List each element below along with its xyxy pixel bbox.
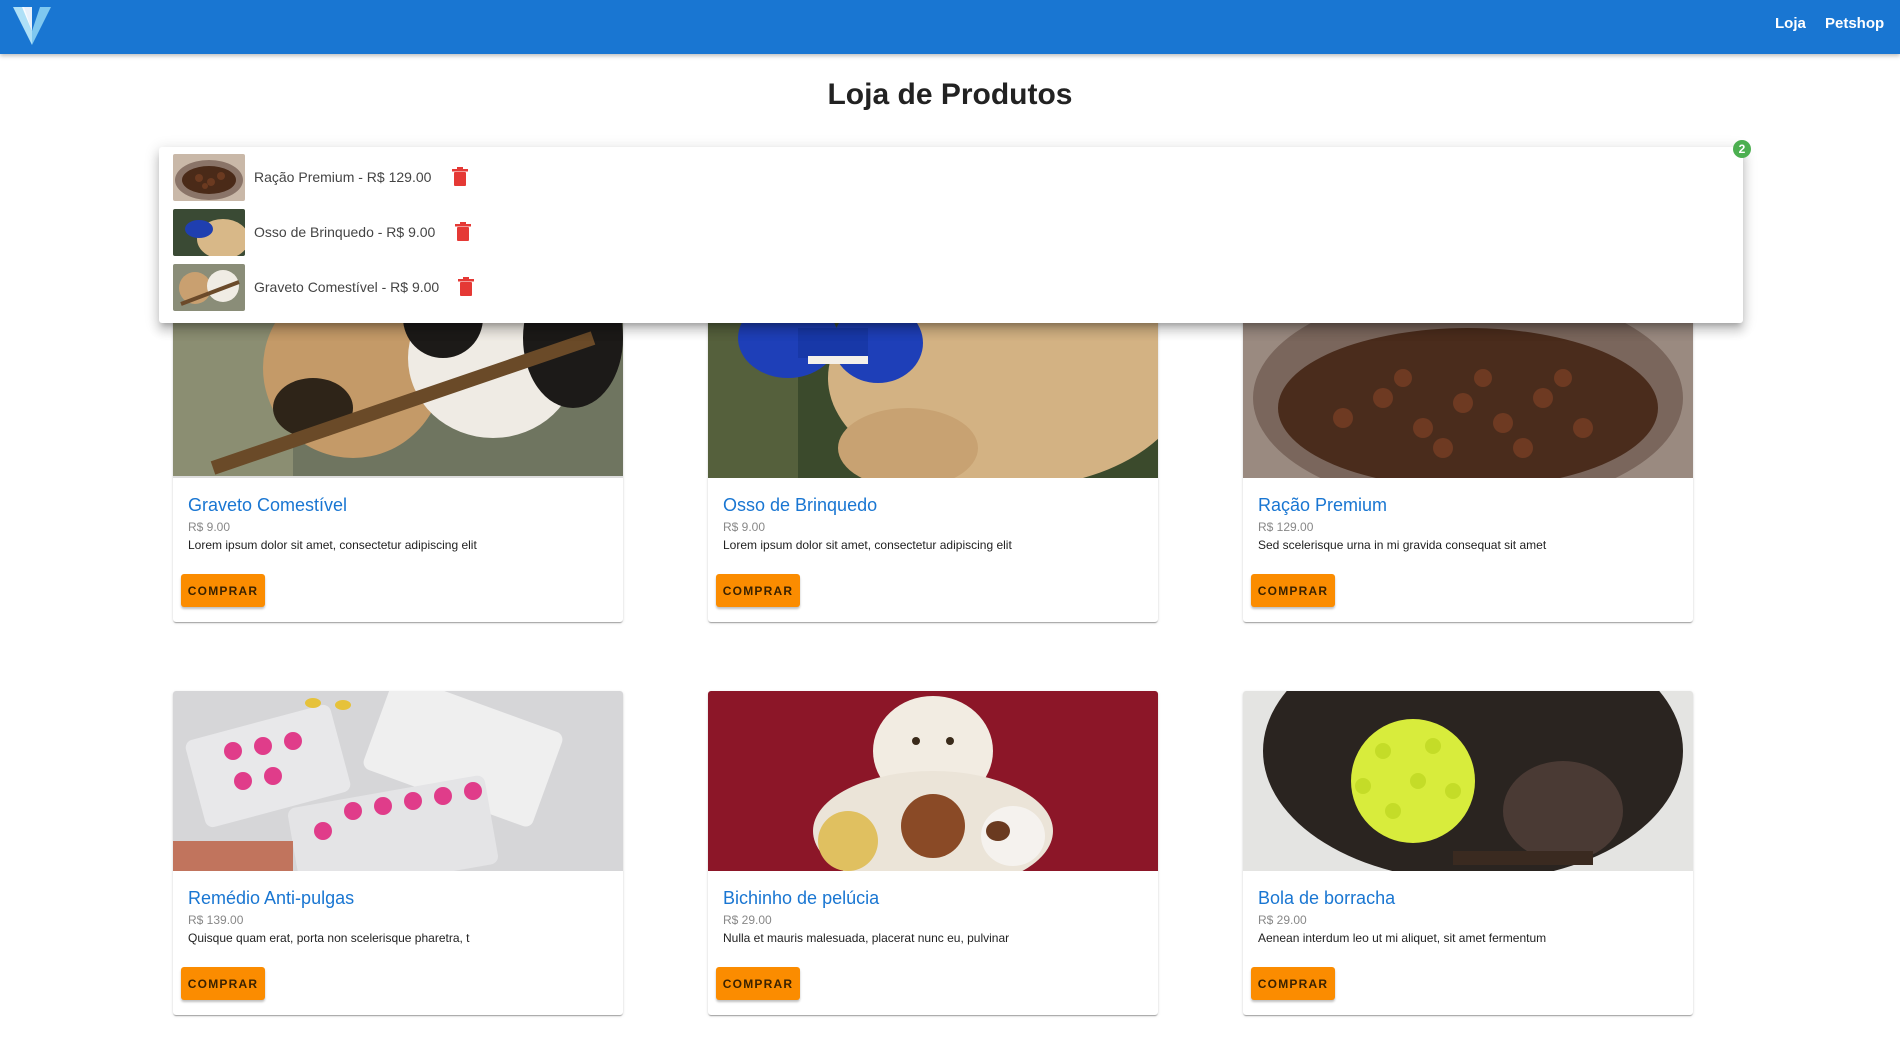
product-description: Lorem ipsum dolor sit amet, consectetur … <box>723 538 1012 552</box>
product-card: Graveto Comestível R$ 9.00 Lorem ipsum d… <box>173 298 623 622</box>
page-title: Loja de Produtos <box>827 78 1073 111</box>
product-image <box>708 691 1158 871</box>
buy-button[interactable]: COMPRAR <box>181 967 265 1000</box>
app-toolbar: Loja Petshop <box>0 0 1900 54</box>
product-card: Remédio Anti-pulgas R$ 139.00 Quisque qu… <box>173 691 623 1015</box>
product-image <box>173 298 623 478</box>
product-description: Sed scelerisque urna in mi gravida conse… <box>1258 538 1547 552</box>
cart-item-thumbnail <box>173 264 245 311</box>
product-price: R$ 29.00 <box>723 913 772 927</box>
nav-link-petshop[interactable]: Petshop <box>1825 0 1884 48</box>
product-price: R$ 9.00 <box>188 520 231 534</box>
cart-count-badge[interactable]: 2 <box>1733 140 1751 158</box>
product-price: R$ 139.00 <box>188 913 244 927</box>
product-image <box>173 691 623 871</box>
product-title[interactable]: Bichinho de pelúcia <box>723 888 879 909</box>
cart-item-thumbnail <box>173 154 245 201</box>
buy-button[interactable]: COMPRAR <box>716 967 800 1000</box>
vuetify-logo-icon[interactable] <box>12 4 52 46</box>
buy-button[interactable]: COMPRAR <box>716 574 800 607</box>
nav-link-loja[interactable]: Loja <box>1775 0 1806 48</box>
product-card: Bichinho de pelúcia R$ 29.00 Nulla et ma… <box>708 691 1158 1015</box>
buy-button[interactable]: COMPRAR <box>181 574 265 607</box>
trash-icon[interactable] <box>454 222 472 242</box>
product-title[interactable]: Osso de Brinquedo <box>723 495 877 516</box>
product-image <box>1243 691 1693 871</box>
product-title[interactable]: Bola de borracha <box>1258 888 1395 909</box>
product-image <box>708 298 1158 478</box>
product-price: R$ 9.00 <box>723 520 766 534</box>
product-title[interactable]: Remédio Anti-pulgas <box>188 888 354 909</box>
product-title[interactable]: Ração Premium <box>1258 495 1387 516</box>
cart-item-label: Osso de Brinquedo - R$ 9.00 <box>254 224 436 240</box>
cart-item-thumbnail <box>173 209 245 256</box>
buy-button[interactable]: COMPRAR <box>1251 574 1335 607</box>
product-image <box>1243 298 1693 478</box>
product-description: Aenean interdum leo ut mi aliquet, sit a… <box>1258 931 1547 945</box>
trash-icon[interactable] <box>451 167 469 187</box>
product-card: Ração Premium R$ 129.00 Sed scelerisque … <box>1243 298 1693 622</box>
cart-item-label: Graveto Comestível - R$ 9.00 <box>254 279 440 295</box>
product-description: Lorem ipsum dolor sit amet, consectetur … <box>188 538 477 552</box>
trash-icon[interactable] <box>457 277 475 297</box>
product-price: R$ 129.00 <box>1258 520 1314 534</box>
buy-button[interactable]: COMPRAR <box>1251 967 1335 1000</box>
product-title[interactable]: Graveto Comestível <box>188 495 347 516</box>
product-price: R$ 29.00 <box>1258 913 1307 927</box>
cart-dropdown: Ração Premium - R$ 129.00 Osso de Brinqu… <box>159 147 1743 323</box>
cart-item-label: Ração Premium - R$ 129.00 <box>254 169 432 185</box>
product-card: Bola de borracha R$ 29.00 Aenean interdu… <box>1243 691 1693 1015</box>
product-card: Osso de Brinquedo R$ 9.00 Lorem ipsum do… <box>708 298 1158 622</box>
product-description: Nulla et mauris malesuada, placerat nunc… <box>723 931 1010 945</box>
product-description: Quisque quam erat, porta non scelerisque… <box>188 931 470 945</box>
